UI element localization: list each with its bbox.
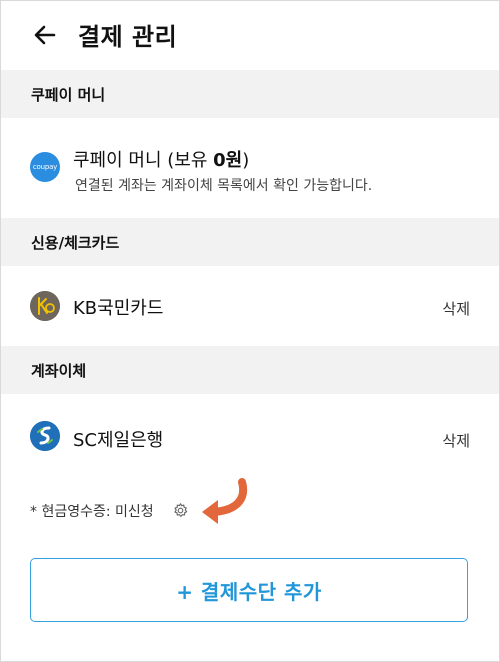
section-title: 신용/체크카드 <box>31 234 120 252</box>
section-header-cards: 신용/체크카드 <box>1 218 499 266</box>
coupay-balance: 0원 <box>213 150 243 171</box>
coupay-money-subtitle: 연결된 계좌는 계좌이체 목록에서 확인 가능합니다. <box>75 178 373 194</box>
section-title: 쿠페이 머니 <box>31 86 106 104</box>
gear-icon[interactable] <box>172 502 189 519</box>
cash-receipt-status: * 현금영수증: 미신청 <box>30 504 154 520</box>
bank-name: SC제일은행 <box>73 430 164 451</box>
kb-card-logo-icon <box>30 291 60 321</box>
page-title: 결제 관리 <box>78 23 178 51</box>
card-name: KB국민카드 <box>73 298 164 319</box>
coupay-logo-text: coupay <box>32 163 58 171</box>
section-header-coupay-money: 쿠페이 머니 <box>1 70 499 118</box>
coupay-money-name: 쿠페이 머니 (보유 0원) <box>73 146 249 172</box>
sc-bank-logo-icon <box>30 421 60 451</box>
section-title: 계좌이체 <box>31 362 87 380</box>
annotation-arrow-icon <box>202 478 248 524</box>
back-arrow-icon[interactable] <box>30 20 60 50</box>
header: 결제 관리 <box>0 0 500 70</box>
coupay-money-item[interactable]: coupay 쿠페이 머니 (보유 0원) 연결된 계좌는 계좌이체 목록에서 … <box>1 118 499 218</box>
add-payment-method-button[interactable]: + 결제수단 추가 <box>30 558 468 622</box>
coupay-logo-icon: coupay <box>30 152 60 182</box>
coupay-name-suffix: ) <box>242 150 250 171</box>
section-header-bank-transfer: 계좌이체 <box>1 346 499 394</box>
delete-bank-button[interactable]: 삭제 <box>442 430 470 451</box>
card-item[interactable]: KB국민카드 삭제 <box>1 266 499 346</box>
add-payment-method-label: + 결제수단 추가 <box>176 579 322 604</box>
coupay-name-prefix: 쿠페이 머니 (보유 <box>73 150 214 171</box>
delete-card-button[interactable]: 삭제 <box>442 298 470 319</box>
bank-item[interactable]: SC제일은행 삭제 <box>1 394 499 480</box>
